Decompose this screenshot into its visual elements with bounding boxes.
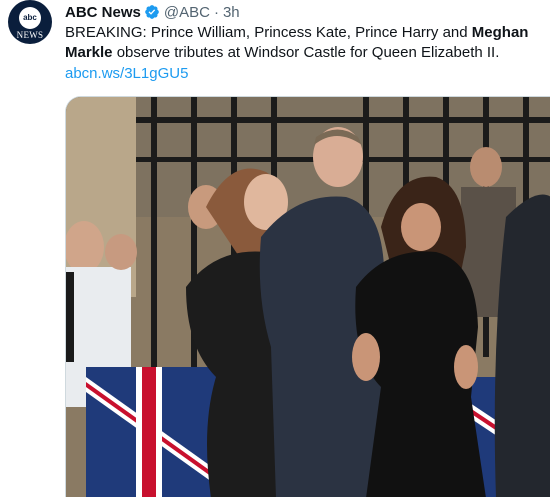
tweet-timestamp[interactable]: 3h [223,4,240,21]
tweet-text: BREAKING: Prince William, Princess Kate,… [65,23,535,63]
account-handle[interactable]: @ABC [164,4,210,21]
avatar-news-word: NEWS [16,29,44,40]
tweet-text-part1: BREAKING: Prince William, Princess Kate,… [65,24,472,41]
tweet-text-part2: observe tributes at Windsor Castle for Q… [112,44,500,61]
abc-logo: abc [19,6,41,29]
tweet-header: ABC News @ABC · 3h [65,2,240,22]
tweet-link[interactable]: abcn.ws/3L1gGU5 [65,64,188,84]
verified-badge-icon [145,5,159,19]
account-avatar[interactable]: abc NEWS [8,0,52,44]
separator-dot: · [213,3,219,21]
photo-scene [66,97,550,497]
account-name[interactable]: ABC News [65,4,141,21]
tweet-media-photo[interactable] [65,96,550,497]
